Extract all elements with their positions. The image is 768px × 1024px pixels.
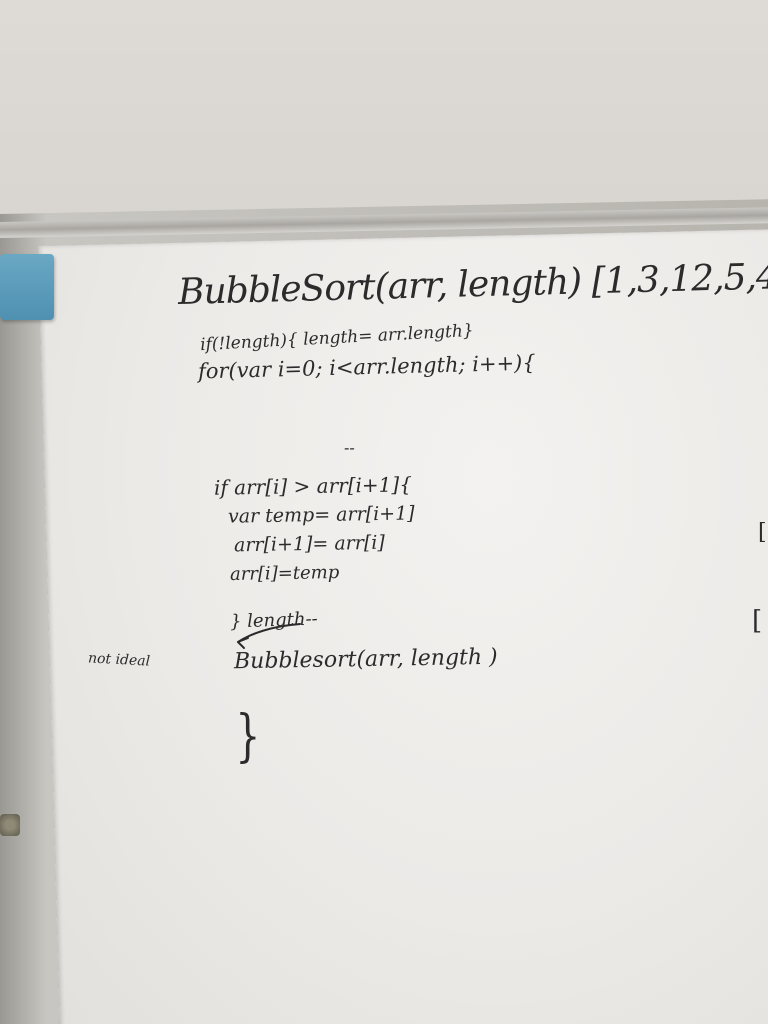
arrow-stroke — [237, 623, 301, 649]
photo-scene: BubbleSort(arr, length) [1,3,12,5,4, if(… — [0, 0, 768, 1024]
